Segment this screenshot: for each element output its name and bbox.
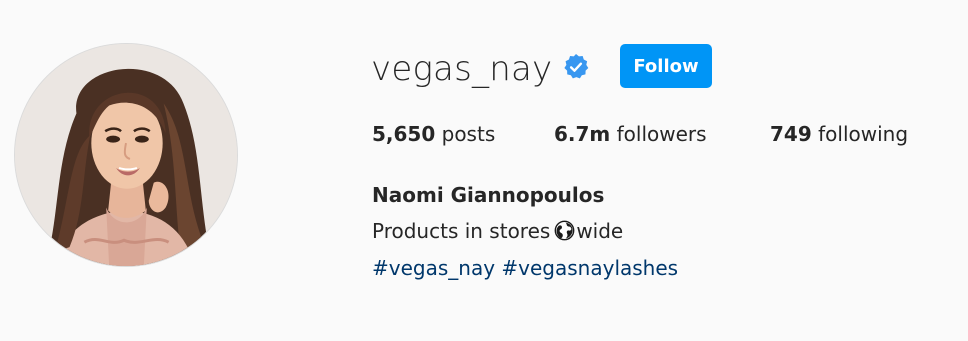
followers-label: followers (616, 122, 707, 146)
stat-following-link[interactable]: 749 following (770, 120, 908, 148)
hashtag-link-vegasnaylashes[interactable]: #vegasnaylashes (501, 256, 678, 280)
avatar-image (15, 44, 237, 266)
profile-header: vegas_nay Follow 5,650 posts 6.7m follow… (0, 0, 968, 341)
bio-text-suffix: wide (576, 219, 624, 243)
follow-button[interactable]: Follow (620, 44, 712, 88)
verified-badge-icon (564, 54, 589, 79)
globe-icon (554, 220, 575, 241)
bio-text: Products in stores wide (372, 217, 623, 245)
following-label: following (818, 122, 909, 146)
stat-followers-link[interactable]: 6.7m followers (554, 120, 707, 148)
posts-count: 5,650 (372, 122, 436, 146)
profile-full-name: Naomi Giannopoulos (372, 183, 605, 207)
following-count: 749 (770, 122, 812, 146)
bio-hashtags: #vegas_nay #vegasnaylashes (372, 254, 678, 282)
stat-posts: 5,650 posts (372, 120, 495, 148)
followers-count: 6.7m (554, 122, 611, 146)
profile-avatar[interactable] (14, 43, 238, 267)
bio-text-prefix: Products in stores (372, 219, 551, 243)
profile-username: vegas_nay (371, 49, 553, 89)
hashtag-link-vegas-nay[interactable]: #vegas_nay (372, 256, 495, 280)
posts-label: posts (441, 122, 496, 146)
